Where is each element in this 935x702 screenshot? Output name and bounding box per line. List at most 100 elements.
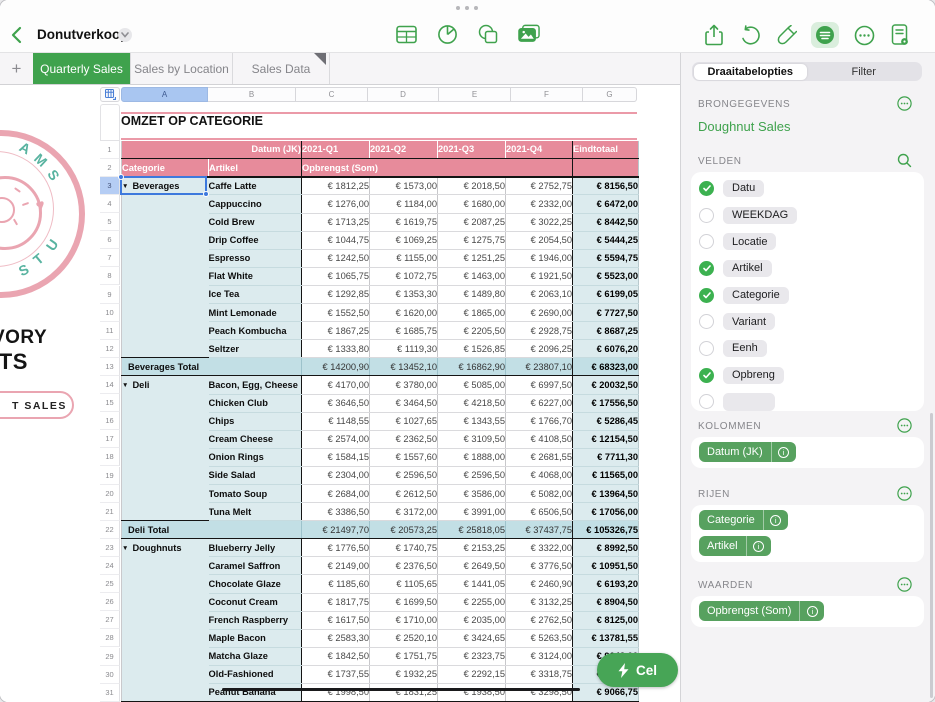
pivot-cell[interactable] bbox=[122, 249, 209, 267]
pivot-cell[interactable]: € 5286,45 bbox=[573, 412, 639, 430]
pivot-cell[interactable]: € 4170,00 bbox=[302, 376, 370, 394]
pivot-cell[interactable]: Seltzer bbox=[209, 340, 302, 358]
pivot-cell[interactable]: € 3109,50 bbox=[438, 430, 506, 448]
cell-action-button[interactable]: Cel bbox=[597, 653, 678, 687]
pivot-cell[interactable]: Drip Coffee bbox=[209, 231, 302, 249]
row-header-8[interactable]: 8 bbox=[100, 267, 120, 285]
pivot-cell[interactable] bbox=[122, 412, 209, 430]
row-header-15[interactable]: 15 bbox=[100, 394, 120, 412]
row-header-26[interactable]: 26 bbox=[100, 593, 120, 611]
pivot-cell[interactable]: Ice Tea bbox=[209, 285, 302, 303]
share-icon[interactable] bbox=[703, 24, 725, 46]
pivot-cell[interactable]: € 3991,00 bbox=[438, 503, 506, 521]
sidebar-tab-filter[interactable]: Filter bbox=[807, 64, 921, 80]
table-handle-icon[interactable] bbox=[100, 87, 120, 102]
pivot-cell[interactable]: € 4108,50 bbox=[506, 430, 573, 448]
pivot-cell[interactable]: Bacon, Egg, Cheese bbox=[209, 376, 302, 394]
pivot-table-title[interactable]: OMZET OP CATEGORIE bbox=[121, 114, 263, 128]
pivot-cell[interactable]: Eindtotaal bbox=[573, 141, 639, 159]
pivot-cell[interactable]: € 6227,00 bbox=[506, 394, 573, 412]
ellipsis-circle-icon[interactable] bbox=[897, 418, 912, 433]
pivot-cell[interactable]: € 2376,50 bbox=[370, 557, 438, 575]
pivot-cell[interactable] bbox=[122, 340, 209, 358]
checked-circle-icon[interactable] bbox=[699, 261, 714, 276]
undo-icon[interactable] bbox=[739, 24, 761, 46]
pivot-cell[interactable]: € 13781,55 bbox=[573, 629, 639, 647]
pivot-cell[interactable]: € 1998,50 bbox=[302, 684, 370, 702]
pivot-cell[interactable]: € 1343,55 bbox=[438, 412, 506, 430]
pivot-cell[interactable]: Deli Total bbox=[122, 521, 302, 539]
pivot-cell[interactable]: € 8992,50 bbox=[573, 539, 639, 557]
more-icon[interactable] bbox=[853, 24, 875, 46]
pivot-cell[interactable] bbox=[122, 394, 209, 412]
pivot-cell[interactable]: € 14200,90 bbox=[302, 358, 370, 376]
pivot-cell[interactable]: € 5594,75 bbox=[573, 249, 639, 267]
pivot-cell[interactable]: € 6997,50 bbox=[506, 376, 573, 394]
pivot-cell[interactable]: € 1065,75 bbox=[302, 267, 370, 285]
pivot-cell[interactable] bbox=[573, 159, 639, 177]
column-header-d[interactable]: D bbox=[368, 87, 439, 102]
pivot-cell[interactable]: € 1932,25 bbox=[370, 665, 438, 683]
document-title[interactable]: Donutverkoop bbox=[37, 27, 129, 42]
pivot-cell[interactable]: € 1921,50 bbox=[506, 267, 573, 285]
pivot-cell[interactable]: € 2596,50 bbox=[370, 466, 438, 484]
columns-pill-datum-jk[interactable]: Datum (JK)i bbox=[699, 442, 796, 462]
collapse-triangle-icon[interactable]: ▼ bbox=[122, 382, 128, 389]
field-weekdag[interactable]: WEEKDAG bbox=[691, 202, 924, 229]
pivot-cell[interactable]: Opbrengst (Som) bbox=[302, 159, 573, 177]
pivot-cell[interactable]: € 2018,50 bbox=[438, 177, 506, 195]
pivot-cell[interactable]: € 2035,00 bbox=[438, 611, 506, 629]
checked-circle-icon[interactable] bbox=[699, 288, 714, 303]
pivot-cell[interactable]: Peach Kombucha bbox=[209, 322, 302, 340]
pivot-cell[interactable]: € 3318,75 bbox=[506, 665, 573, 683]
row-header-27[interactable]: 27 bbox=[100, 611, 120, 629]
pivot-cell[interactable]: French Raspberry bbox=[209, 611, 302, 629]
pivot-cell[interactable]: € 2752,75 bbox=[506, 177, 573, 195]
pivot-cell[interactable]: € 37437,75 bbox=[506, 521, 573, 539]
pivot-cell[interactable]: € 2596,50 bbox=[438, 466, 506, 484]
pivot-cell[interactable]: € 2323,75 bbox=[438, 647, 506, 665]
pivot-cell[interactable]: € 5263,50 bbox=[506, 629, 573, 647]
checked-circle-icon[interactable] bbox=[699, 181, 714, 196]
row-header-18[interactable]: 18 bbox=[100, 448, 120, 466]
pivot-cell[interactable] bbox=[122, 448, 209, 466]
row-header-19[interactable]: 19 bbox=[100, 467, 120, 485]
pivot-cell[interactable]: € 1148,55 bbox=[302, 412, 370, 430]
pivot-cell[interactable] bbox=[122, 611, 209, 629]
pivot-cell[interactable]: € 1552,50 bbox=[302, 304, 370, 322]
row-header-23[interactable]: 23 bbox=[100, 539, 120, 557]
pivot-cell[interactable]: € 6472,00 bbox=[573, 195, 639, 213]
pivot-cell[interactable]: € 2205,50 bbox=[438, 322, 506, 340]
pivot-cell[interactable]: Blueberry Jelly bbox=[209, 539, 302, 557]
pivot-cell[interactable]: € 2362,50 bbox=[370, 430, 438, 448]
pivot-cell[interactable]: € 1617,50 bbox=[302, 611, 370, 629]
values-pill-opbrengst-som[interactable]: Opbrengst (Som)i bbox=[699, 601, 824, 621]
unchecked-circle-icon[interactable] bbox=[699, 341, 714, 356]
chart-icon[interactable] bbox=[436, 23, 458, 45]
pivot-cell[interactable]: € 2255,00 bbox=[438, 593, 506, 611]
pivot-cell[interactable] bbox=[122, 593, 209, 611]
pivot-cell[interactable]: € 2612,50 bbox=[370, 484, 438, 502]
pivot-cell[interactable]: € 1276,00 bbox=[302, 195, 370, 213]
row-header-22[interactable]: 22 bbox=[100, 521, 120, 539]
pivot-cell[interactable]: € 1699,50 bbox=[370, 593, 438, 611]
field-variant[interactable]: Variant bbox=[691, 308, 924, 335]
pivot-cell[interactable]: 2021-Q3 bbox=[438, 141, 506, 159]
pivot-cell[interactable]: Caramel Saffron bbox=[209, 557, 302, 575]
pivot-cell[interactable]: € 1526,85 bbox=[438, 340, 506, 358]
row-header-10[interactable]: 10 bbox=[100, 304, 120, 322]
pivot-cell[interactable]: € 2087,25 bbox=[438, 213, 506, 231]
pivot-cell[interactable]: Maple Bacon bbox=[209, 629, 302, 647]
column-header-b[interactable]: B bbox=[208, 87, 296, 102]
pivot-cell[interactable]: Coconut Cream bbox=[209, 593, 302, 611]
pivot-cell[interactable]: € 1812,25 bbox=[302, 177, 370, 195]
table-icon[interactable] bbox=[395, 23, 417, 45]
pivot-cell[interactable]: € 3132,25 bbox=[506, 593, 573, 611]
pivot-cell[interactable]: € 3172,00 bbox=[370, 503, 438, 521]
pivot-cell[interactable]: Flat White bbox=[209, 267, 302, 285]
pivot-cell[interactable]: € 1888,00 bbox=[438, 448, 506, 466]
pivot-cell[interactable]: 2021-Q2 bbox=[370, 141, 438, 159]
pivot-cell[interactable]: € 2332,00 bbox=[506, 195, 573, 213]
pivot-cell[interactable]: € 7711,30 bbox=[573, 448, 639, 466]
pivot-cell[interactable] bbox=[122, 322, 209, 340]
